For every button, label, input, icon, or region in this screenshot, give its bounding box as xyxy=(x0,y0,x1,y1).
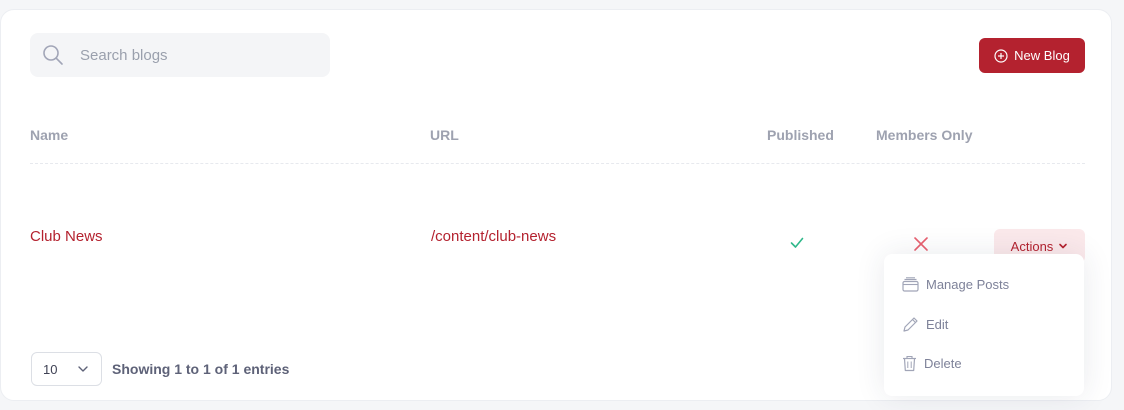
plus-circle-icon xyxy=(994,48,1008,63)
archive-icon xyxy=(902,277,919,292)
header-divider xyxy=(30,163,1085,164)
chevron-down-icon xyxy=(78,366,88,372)
column-header-url[interactable]: URL xyxy=(430,127,459,143)
menu-item-label: Edit xyxy=(926,317,949,332)
new-blog-button[interactable]: New Blog xyxy=(979,38,1085,73)
menu-item-label: Manage Posts xyxy=(926,277,1010,292)
blog-url-link[interactable]: /content/club-news xyxy=(431,228,556,245)
search-box[interactable] xyxy=(30,33,330,77)
cross-icon xyxy=(914,237,928,251)
actions-label: Actions xyxy=(1010,238,1054,254)
trash-icon xyxy=(903,355,916,372)
new-blog-label: New Blog xyxy=(1014,48,1070,63)
chevron-down-icon xyxy=(1059,243,1068,249)
search-icon xyxy=(43,45,63,65)
actions-dropdown-menu: Manage Posts Edit Delete xyxy=(884,254,1084,396)
menu-item-edit[interactable]: Edit xyxy=(902,316,948,333)
menu-item-label: Delete xyxy=(924,356,962,371)
check-icon xyxy=(790,237,804,248)
column-header-name[interactable]: Name xyxy=(30,127,68,143)
pagination-summary: Showing 1 to 1 of 1 entries xyxy=(112,361,290,377)
page-size-value: 10 xyxy=(43,361,58,377)
page-size-select[interactable]: 10 xyxy=(31,352,102,386)
menu-item-delete[interactable]: Delete xyxy=(902,355,962,372)
search-input[interactable] xyxy=(78,45,302,65)
blog-name-link[interactable]: Club News xyxy=(30,228,103,245)
menu-item-manage-posts[interactable]: Manage Posts xyxy=(902,277,1009,292)
column-header-members-only[interactable]: Members Only xyxy=(876,127,972,143)
column-header-published[interactable]: Published xyxy=(767,127,834,143)
pencil-icon xyxy=(903,317,918,332)
